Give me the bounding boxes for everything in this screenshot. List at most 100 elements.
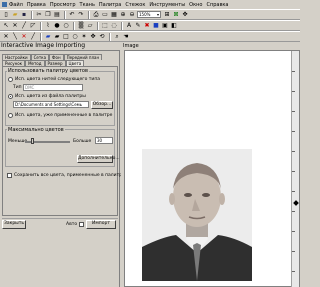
auto-checkbox[interactable]: [79, 222, 84, 227]
quarter-stitch-icon[interactable]: ◸: [29, 22, 37, 30]
french-knot-icon[interactable]: ●: [53, 22, 61, 30]
image-window-title: Image: [123, 43, 139, 49]
color-picker-icon[interactable]: ✎: [134, 22, 142, 30]
image-canvas[interactable]: [124, 50, 300, 287]
print-icon[interactable]: ⎙: [92, 11, 100, 19]
dialog-title: Interactive Image Importing: [0, 42, 120, 51]
red-x-icon[interactable]: ✖: [143, 22, 151, 30]
zoom-value: 150%: [139, 12, 151, 17]
browse-button[interactable]: Обзор...: [91, 101, 113, 109]
redo-icon[interactable]: ↷: [77, 11, 85, 19]
magnifier-icon[interactable]: ⌕: [113, 33, 121, 41]
radio-thread-type[interactable]: [8, 77, 13, 82]
rect-icon[interactable]: □: [62, 33, 70, 41]
diagonal-icon[interactable]: ╲: [11, 33, 19, 41]
type-label: Тип: [13, 85, 22, 90]
select-rect-icon[interactable]: ⬚: [101, 22, 109, 30]
radio-used-colors[interactable]: [8, 113, 13, 118]
portrait-photo: [142, 149, 252, 281]
save-colors-label: Сохранить все цвета, примененные в палит…: [14, 173, 125, 178]
ruler-tick: [292, 211, 295, 212]
palette-path-value: D:\Documents and Settings\Семь: [15, 102, 83, 107]
menu-tools[interactable]: Инструменты: [149, 2, 185, 8]
cross-icon[interactable]: ✕: [2, 33, 10, 41]
undo-icon[interactable]: ↶: [68, 11, 76, 19]
pan-icon[interactable]: ✥: [181, 11, 189, 19]
new-icon[interactable]: ▯: [2, 11, 10, 19]
menu-fabric[interactable]: Ткань: [80, 2, 95, 8]
ruler-tick: [292, 191, 295, 192]
chevron-down-icon: ▾: [156, 12, 159, 17]
fill-icon[interactable]: ▒: [77, 22, 85, 30]
menu-file[interactable]: Файл: [9, 2, 23, 8]
toolbar-separator: [97, 21, 99, 30]
thread-type-select[interactable]: DMC: [23, 84, 83, 91]
line-icon[interactable]: ╱: [29, 33, 37, 41]
ruler-tick: [292, 91, 295, 92]
half-stitch-icon[interactable]: ╱: [20, 22, 28, 30]
radio-palette-file[interactable]: [8, 94, 13, 99]
ruler-tick: [292, 171, 295, 172]
palette-icon[interactable]: ◧: [170, 22, 178, 30]
advanced-button[interactable]: Дополнительно...: [77, 155, 120, 163]
select-lasso-icon[interactable]: ◌: [110, 22, 118, 30]
fit-icon[interactable]: ⊞: [163, 11, 171, 19]
blue-fill-icon[interactable]: ▰: [44, 33, 52, 41]
thread-type-value: DMC: [25, 85, 35, 90]
move-icon[interactable]: ✥: [89, 33, 97, 41]
copy-icon[interactable]: ❐: [44, 11, 52, 19]
toolbar-separator: [109, 32, 111, 41]
preview-icon[interactable]: ▭: [101, 11, 109, 19]
menu-window[interactable]: Окно: [189, 2, 202, 8]
zoom-out-icon[interactable]: ⊖: [128, 11, 136, 19]
toolbar-separator: [40, 21, 42, 30]
max-colors-slider-thumb[interactable]: [31, 138, 34, 144]
black-fill-icon[interactable]: ▰: [53, 33, 61, 41]
menu-view[interactable]: Просмотр: [50, 2, 76, 8]
box-icon[interactable]: ▣: [161, 22, 169, 30]
toolbar-main: ▯ ▰ ▪ ✂ ❐ ▤ ↶ ↷ ⎙ ▭ ▦ ⊕ ⊖ 150% ▾ ⊞ ⊠ ✥: [0, 9, 300, 20]
rotate-icon[interactable]: ⟲: [98, 33, 106, 41]
ruler-tick: [292, 151, 295, 152]
toolbar-stitch: ↖ ✕ ╱ ◸ ⌇ ● ○ ▒ ▱ ⬚ ◌ A ✎ ✖ ■ ▣ ◧: [0, 20, 300, 31]
max-colors-field[interactable]: 30: [95, 137, 113, 144]
palette-path-field[interactable]: D:\Documents and Settings\Семь: [13, 101, 89, 108]
star-icon[interactable]: ✶: [80, 33, 88, 41]
palette-group-label: Использовать палитру цветов: [7, 68, 89, 74]
red-stitch-icon[interactable]: ✕: [20, 33, 28, 41]
backstitch-icon[interactable]: ⌇: [44, 22, 52, 30]
radio-used-colors-label: Исп. цвета, уже примененные в палитре: [15, 113, 113, 118]
import-button[interactable]: Импорт: [86, 220, 116, 229]
paste-icon[interactable]: ▤: [53, 11, 61, 19]
close-button[interactable]: Закрыть: [2, 220, 26, 229]
grid-icon[interactable]: ▦: [110, 11, 118, 19]
dialog-separator: [2, 218, 118, 219]
circle-icon[interactable]: ○: [71, 33, 79, 41]
colors-tab-panel: Использовать палитру цветов Исп. цвета н…: [2, 66, 125, 216]
zoom-in-icon[interactable]: ⊕: [119, 11, 127, 19]
max-colors-value: 30: [97, 138, 103, 143]
text-icon[interactable]: A: [125, 22, 133, 30]
eraser-icon[interactable]: ▱: [86, 22, 94, 30]
zoom-all-icon[interactable]: ⊠: [172, 11, 180, 19]
save-colors-checkbox[interactable]: [7, 173, 12, 178]
menu-edit[interactable]: Правка: [27, 2, 46, 8]
ruler-marker-icon[interactable]: [293, 200, 299, 206]
radio-thread-type-label: Исп. цвета нитей следующего типа: [15, 77, 101, 82]
bead-icon[interactable]: ○: [62, 22, 70, 30]
vertical-ruler[interactable]: [291, 51, 299, 287]
cut-icon[interactable]: ✂: [35, 11, 43, 19]
image-window: Image: [121, 42, 300, 287]
blue-square-icon[interactable]: ■: [152, 22, 160, 30]
hand-icon[interactable]: ☚: [122, 33, 130, 41]
menu-palette[interactable]: Палитра: [99, 2, 121, 8]
menu-help[interactable]: Справка: [206, 2, 228, 8]
full-stitch-icon[interactable]: ✕: [11, 22, 19, 30]
menu-stitch[interactable]: Стежок: [125, 2, 145, 8]
import-dialog: Interactive Image Importing Настройки Се…: [0, 42, 125, 287]
zoom-select[interactable]: 150% ▾: [137, 11, 161, 18]
toolbar-separator: [40, 32, 42, 41]
save-icon[interactable]: ▪: [20, 11, 28, 19]
open-icon[interactable]: ▰: [11, 11, 19, 19]
pointer-icon[interactable]: ↖: [2, 22, 10, 30]
